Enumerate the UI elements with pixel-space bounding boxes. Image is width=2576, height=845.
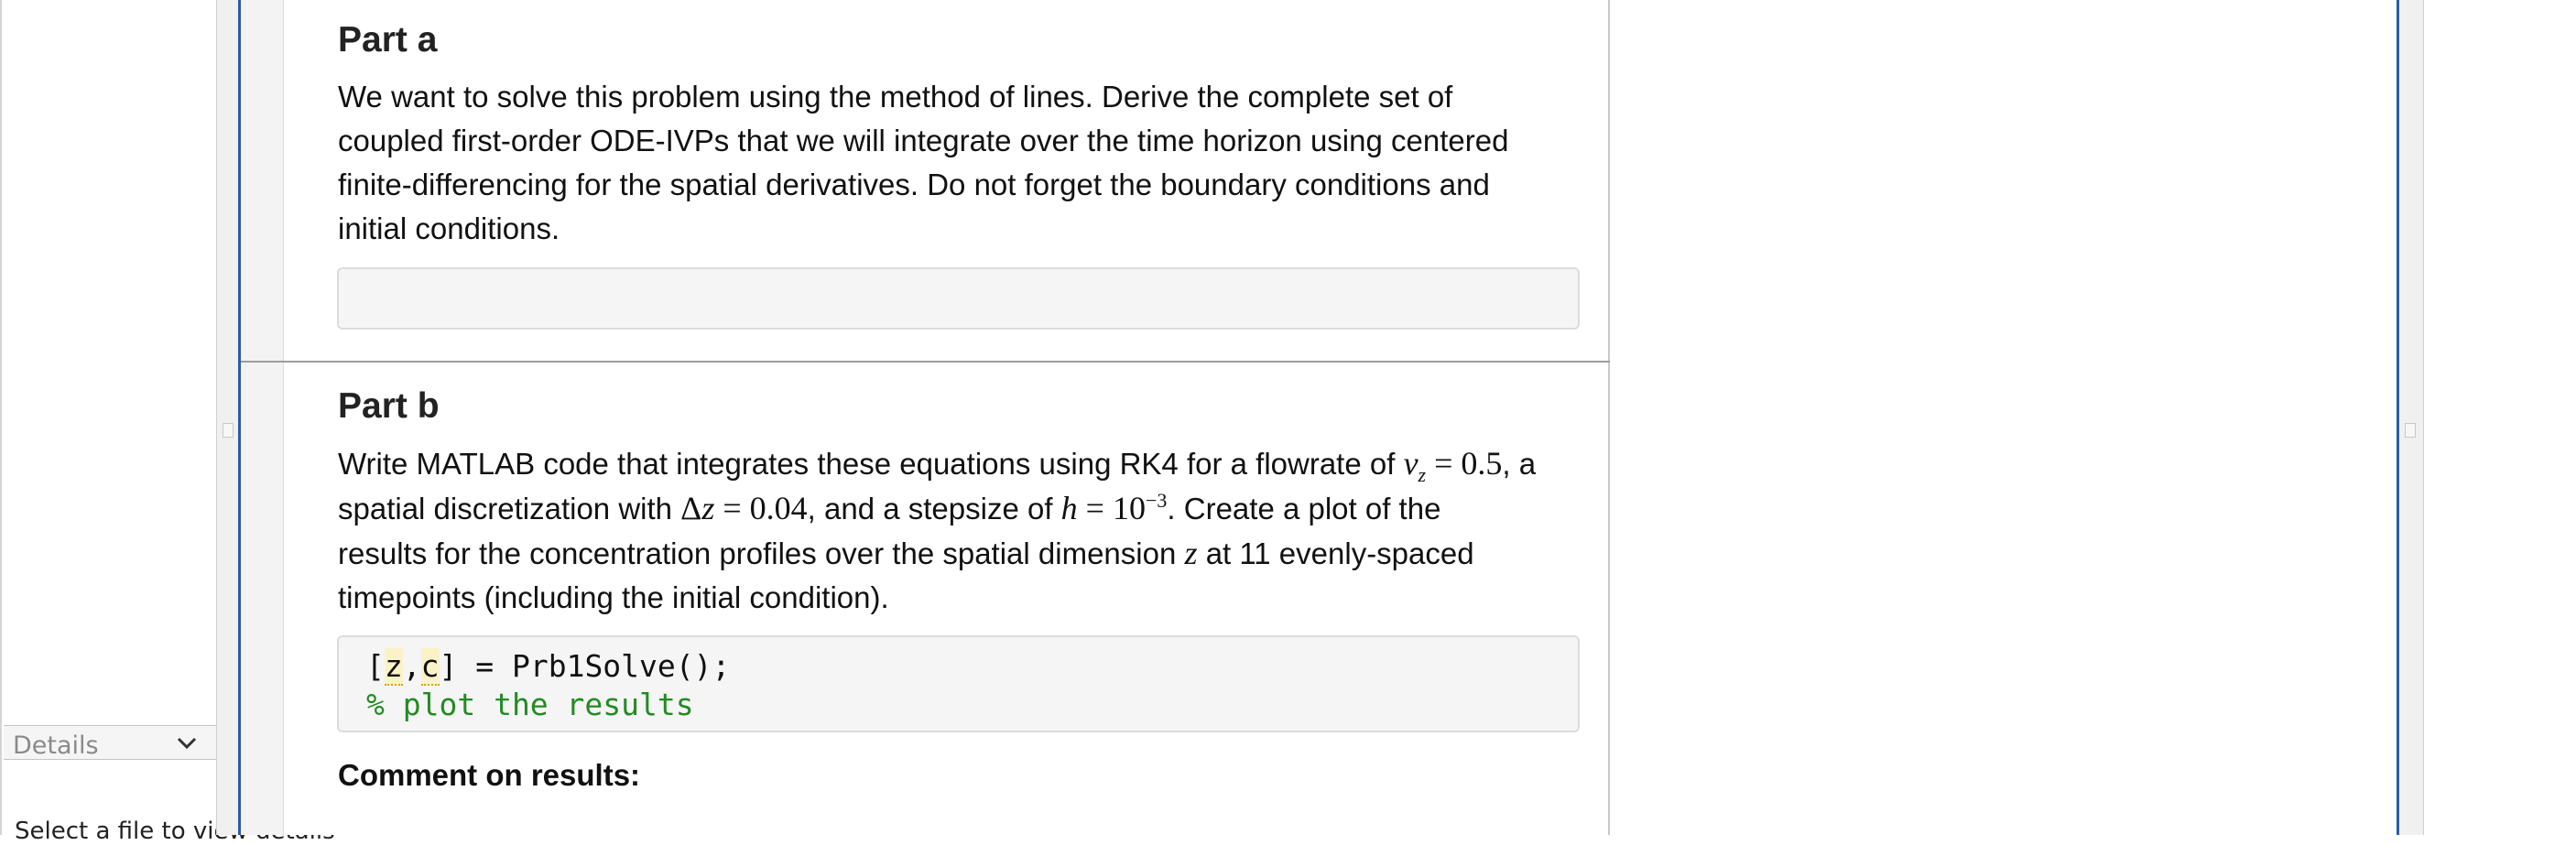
flowrate-equation: vz = 0.5: [1403, 445, 1503, 487]
flowrate-value: = 0.5: [1434, 445, 1503, 482]
comment-on-results-heading[interactable]: Comment on results:: [338, 758, 640, 793]
file-browser-panel: Details Select a file to view details: [0, 0, 335, 845]
text-span: . Create a plot of the: [1167, 492, 1441, 525]
code-variable-c: c: [420, 648, 440, 686]
right-panel-splitter[interactable]: [2399, 0, 2424, 835]
splitter-grip-icon[interactable]: [2405, 423, 2416, 438]
stepsize-base: = 10: [1085, 490, 1146, 526]
part-a-line: coupled first-order ODE-IVPs that we wil…: [338, 124, 1509, 157]
part-a-code-block[interactable]: [337, 267, 1580, 330]
splitter-grip-icon[interactable]: [223, 423, 234, 438]
dz-value: = 0.04: [723, 490, 808, 526]
chevron-down-icon[interactable]: [175, 733, 199, 753]
code-token: ] = Prb1Solve();: [439, 648, 731, 684]
stepsize-exponent: −3: [1145, 489, 1168, 512]
part-b-code-block[interactable]: [z,c] = Prb1Solve(); % plot the results: [337, 635, 1580, 732]
part-a-text[interactable]: We want to solve this problem using the …: [338, 75, 1602, 251]
part-b-text[interactable]: Write MATLAB code that integrates these …: [338, 441, 1602, 620]
text-span: results for the concentration profiles o…: [338, 536, 1177, 570]
part-a-heading: Part a: [338, 20, 438, 60]
text-span: spatial discretization with: [338, 492, 672, 525]
part-b-line: spatial discretization with Δz = 0.04, a…: [338, 486, 1602, 531]
details-section-toggle[interactable]: Details: [4, 725, 218, 760]
dz-equation: Δz = 0.04: [680, 490, 808, 526]
text-span: , and a stepsize of: [807, 492, 1053, 525]
part-a-line: We want to solve this problem using the …: [338, 80, 1453, 114]
text-span: Write MATLAB code that integrates these …: [338, 447, 1396, 481]
part-a-line: initial conditions.: [338, 211, 560, 245]
code-variable-z: z: [384, 648, 403, 686]
section-gutter[interactable]: [241, 0, 284, 835]
section-break: [241, 361, 1610, 363]
part-b-line: results for the concentration profiles o…: [338, 531, 1602, 576]
code-token: [: [366, 648, 385, 684]
part-b-heading: Part b: [338, 386, 440, 426]
stepsize-equation: h = 10−3: [1060, 489, 1168, 526]
code-comment-line[interactable]: % plot the results: [366, 687, 694, 722]
left-panel-splitter[interactable]: [216, 0, 239, 835]
code-line[interactable]: [z,c] = Prb1Solve();: [366, 648, 731, 686]
part-b-line: timepoints (including the initial condit…: [338, 580, 889, 614]
code-token: ,: [402, 648, 421, 684]
details-label: Details: [13, 731, 99, 760]
part-a-line: finite-differencing for the spatial deri…: [338, 168, 1490, 201]
text-span: at 11 evenly-spaced: [1205, 536, 1474, 570]
part-b-line: Write MATLAB code that integrates these …: [338, 441, 1602, 486]
text-span: , a: [1502, 447, 1537, 481]
spatial-variable: z: [1184, 535, 1198, 571]
